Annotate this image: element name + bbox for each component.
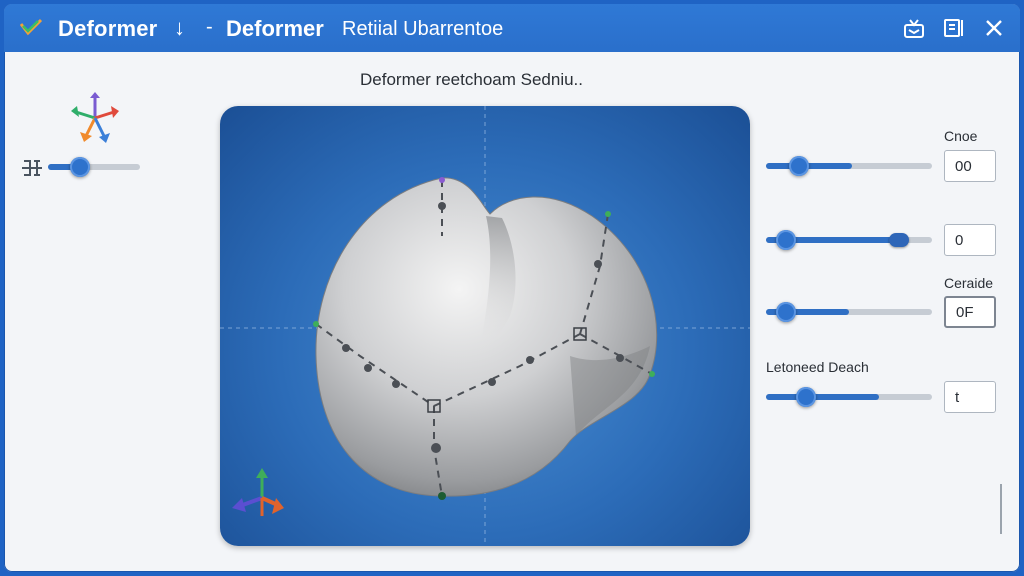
cnoe-input[interactable] bbox=[944, 150, 996, 182]
range-input[interactable] bbox=[944, 224, 996, 256]
transform-gizmo-icon[interactable] bbox=[68, 90, 122, 146]
export-icon[interactable] bbox=[902, 16, 926, 40]
window-subtitle: Retiial Ubarrentoe bbox=[342, 18, 504, 40]
close-icon[interactable] bbox=[982, 16, 1006, 40]
ceraide-input[interactable] bbox=[944, 296, 996, 328]
window-title: Deformer bbox=[58, 16, 158, 41]
field-label-cnoe: Cnoe bbox=[944, 128, 978, 144]
slider-thumb[interactable] bbox=[789, 156, 810, 176]
title-separator: - bbox=[206, 16, 213, 38]
field-label-letoneed-deach: Letoneed Deach bbox=[766, 359, 869, 375]
constraint-icon[interactable] bbox=[20, 156, 44, 180]
range-slider[interactable] bbox=[766, 229, 932, 250]
slider-thumb-max[interactable] bbox=[888, 233, 909, 247]
window-title-secondary: Deformer bbox=[226, 16, 324, 41]
slider-thumb[interactable] bbox=[70, 157, 91, 177]
cnoe-slider[interactable] bbox=[766, 155, 932, 176]
deformer-logo-icon bbox=[19, 18, 43, 38]
axis-gizmo-icon[interactable] bbox=[228, 466, 286, 524]
slider-thumb-min[interactable] bbox=[775, 230, 796, 250]
ceraide-slider[interactable] bbox=[766, 301, 932, 322]
panel-heading: Deformer reetchoam Sedniu.. bbox=[360, 70, 583, 89]
title-arrow: ↓ bbox=[174, 15, 185, 40]
resize-handle[interactable] bbox=[1000, 484, 1002, 534]
3d-viewport[interactable] bbox=[220, 106, 750, 546]
field-label-ceraide: Ceraide bbox=[944, 275, 994, 291]
letoneed-deach-slider[interactable] bbox=[766, 386, 932, 407]
panel-icon[interactable] bbox=[942, 16, 966, 40]
slider-thumb[interactable] bbox=[795, 387, 816, 407]
slider-thumb[interactable] bbox=[775, 302, 796, 322]
letoneed-deach-input[interactable] bbox=[944, 381, 996, 413]
title-bar: Deformer ↓ - Deformer Retiial Ubarrentoe bbox=[4, 4, 1020, 52]
deformer-window: Deformer ↓ - Deformer Retiial Ubarrentoe… bbox=[4, 4, 1020, 572]
left-deform-slider[interactable] bbox=[48, 156, 140, 177]
